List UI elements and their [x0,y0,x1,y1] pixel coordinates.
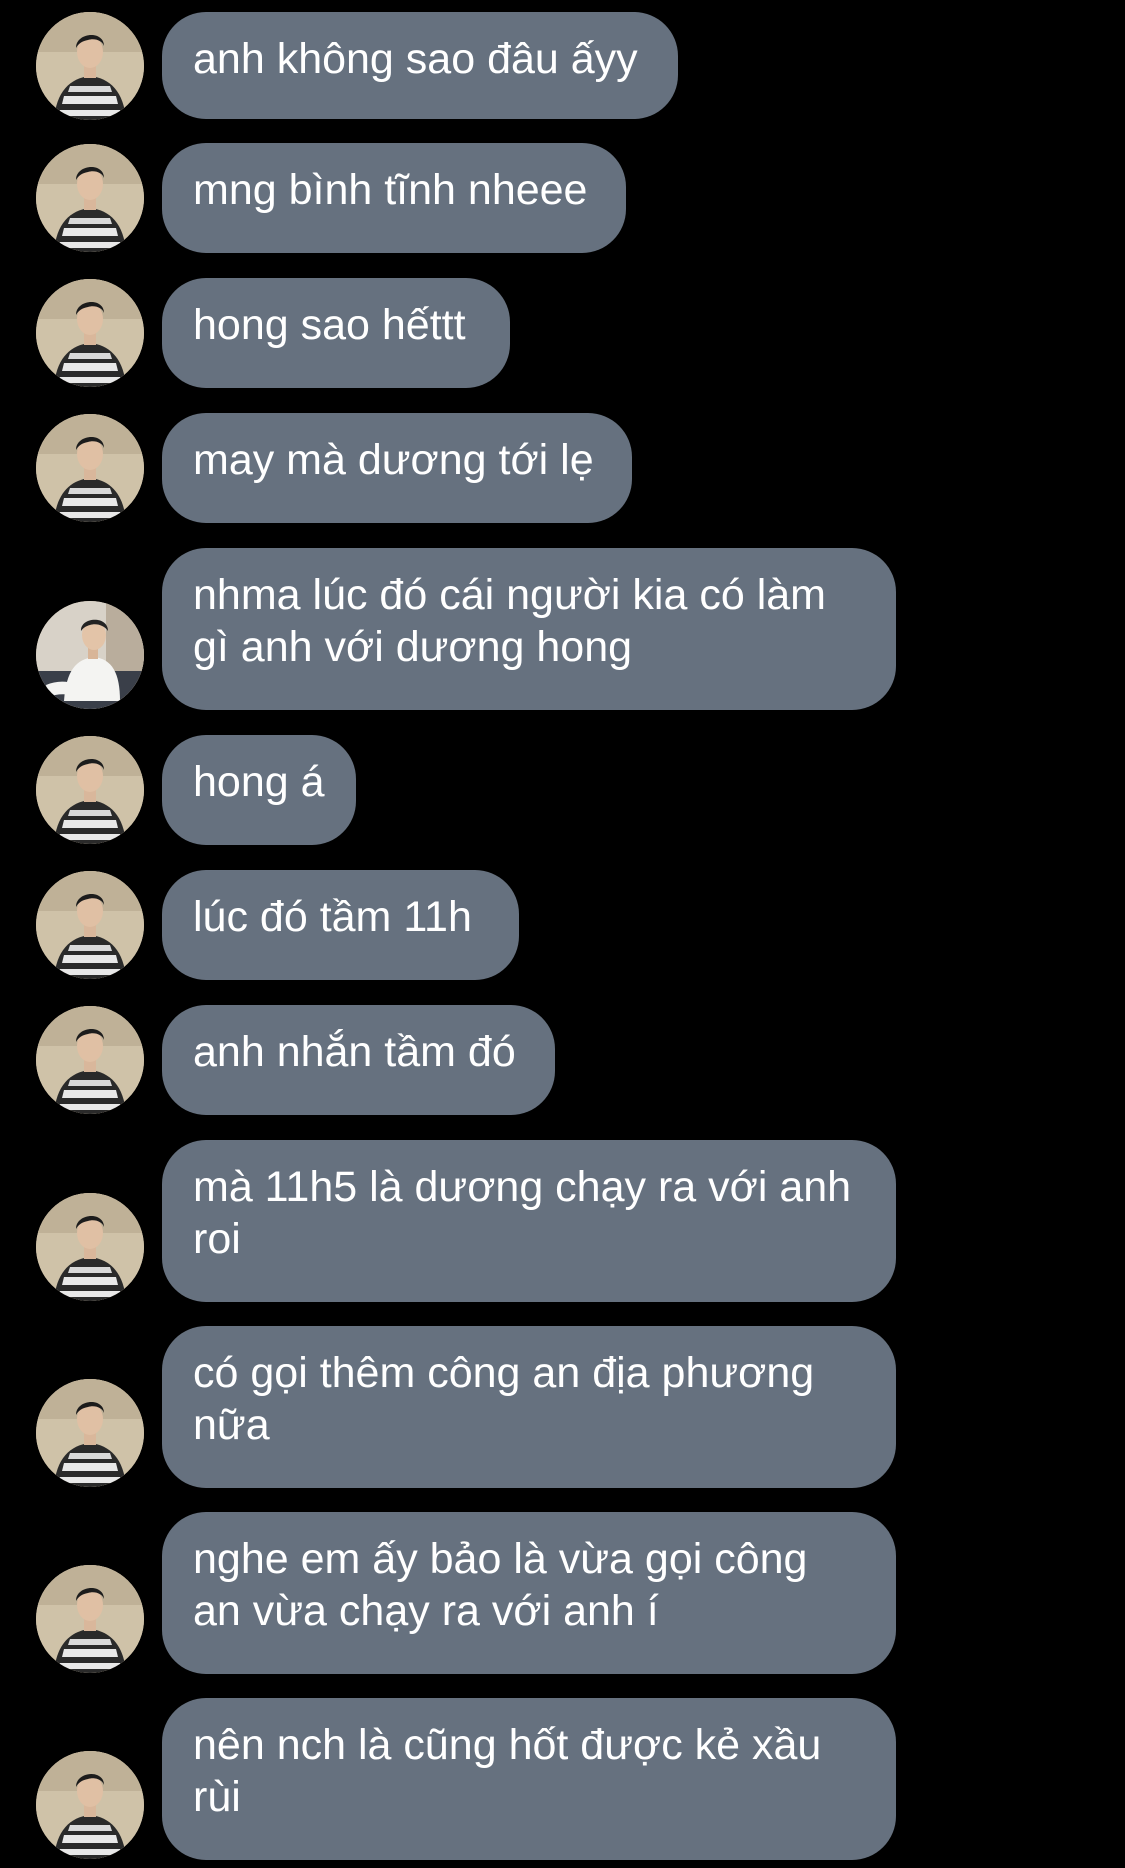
message-row: anh không sao đâu ấyy [0,12,1125,120]
message-bubble[interactable]: may mà dương tới lẹ [162,413,632,523]
avatar-striped-sweater-icon[interactable] [36,1193,144,1301]
avatar-striped-sweater-icon[interactable] [36,736,144,844]
message-bubble[interactable]: hong á [162,735,356,845]
avatar-striped-sweater-icon[interactable] [36,1751,144,1859]
avatar-striped-sweater-icon[interactable] [36,144,144,252]
message-bubble[interactable]: mng bình tĩnh nheee [162,143,626,253]
avatar-striped-sweater-icon[interactable] [36,414,144,522]
avatar-striped-sweater-icon[interactable] [36,1006,144,1114]
message-bubble[interactable]: anh nhắn tầm đó [162,1005,555,1115]
message-row: nghe em ấy bảo là vừa gọi công an vừa ch… [0,1512,1125,1674]
message-row: có gọi thêm công an địa phương nữa [0,1326,1125,1488]
message-row: lúc đó tầm 11h [0,870,1125,980]
message-row: nên nch là cũng hốt được kẻ xầu rùi [0,1698,1125,1860]
message-bubble[interactable]: anh không sao đâu ấyy [162,12,678,119]
message-row: may mà dương tới lẹ [0,413,1125,523]
chat-thread[interactable]: anh không sao đâu ấyy mng bình tĩnh nhee… [0,0,1125,1868]
avatar-striped-sweater-icon[interactable] [36,1379,144,1487]
message-bubble[interactable]: nhma lúc đó cái người kia có làm gì anh … [162,548,896,710]
message-row: hong á [0,735,1125,845]
avatar-striped-sweater-icon[interactable] [36,279,144,387]
message-row: nhma lúc đó cái người kia có làm gì anh … [0,548,1125,710]
message-bubble[interactable]: lúc đó tầm 11h [162,870,519,980]
avatar-striped-sweater-icon[interactable] [36,12,144,120]
message-row: anh nhắn tầm đó [0,1005,1125,1115]
message-row: mng bình tĩnh nheee [0,143,1125,253]
message-row: hong sao hếttt [0,278,1125,388]
message-bubble[interactable]: mà 11h5 là dương chạy ra với anh roi [162,1140,896,1302]
message-bubble[interactable]: có gọi thêm công an địa phương nữa [162,1326,896,1488]
avatar-white-shirt-icon[interactable] [36,601,144,709]
avatar-striped-sweater-icon[interactable] [36,1565,144,1673]
avatar-striped-sweater-icon[interactable] [36,871,144,979]
message-row: mà 11h5 là dương chạy ra với anh roi [0,1140,1125,1302]
message-bubble[interactable]: hong sao hếttt [162,278,510,388]
message-bubble[interactable]: nên nch là cũng hốt được kẻ xầu rùi [162,1698,896,1860]
message-bubble[interactable]: nghe em ấy bảo là vừa gọi công an vừa ch… [162,1512,896,1674]
